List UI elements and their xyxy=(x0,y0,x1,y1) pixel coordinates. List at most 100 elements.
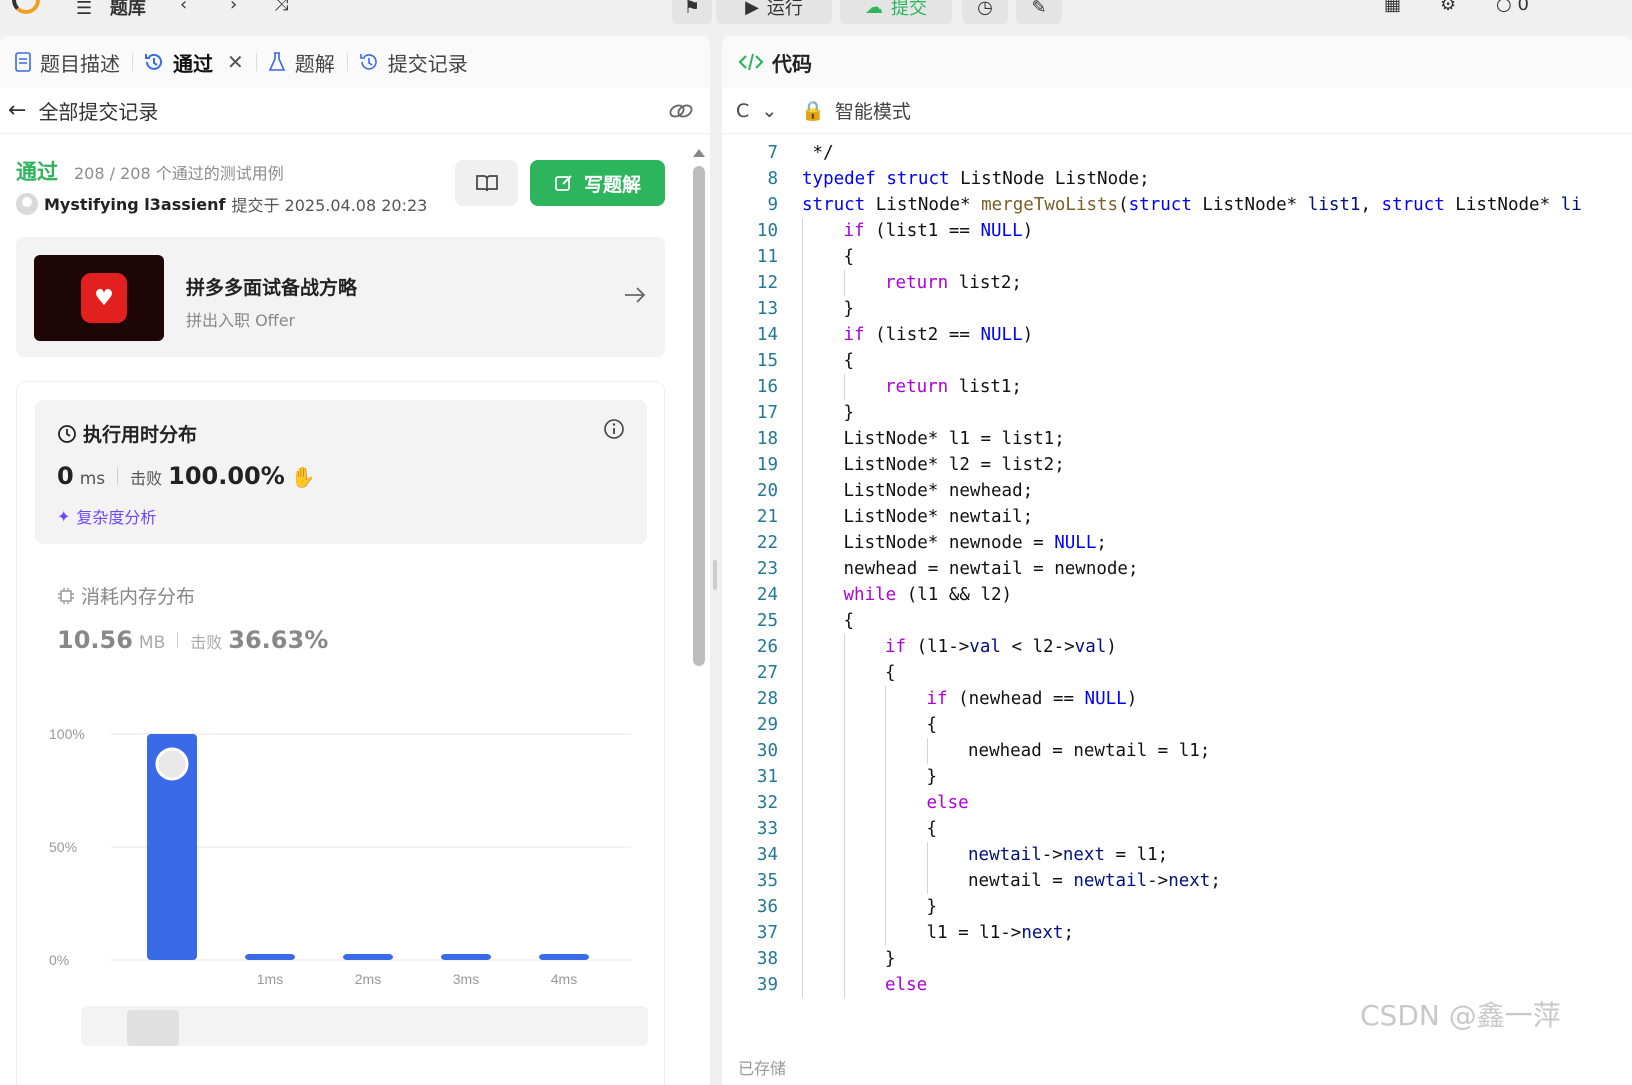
runtime-panel[interactable]: 执行用时分布 0 ms 击败 100.00% ✋ ✦ 复杂度分析 xyxy=(35,400,647,544)
tab-submissions[interactable]: 提交记录 xyxy=(358,48,480,77)
code-line[interactable]: 38} xyxy=(722,946,1632,972)
code-line[interactable]: 32 else xyxy=(722,790,1632,816)
shuffle-icon[interactable]: ⤨ xyxy=(274,0,288,15)
indent-guide xyxy=(885,816,886,842)
promo-card[interactable]: ♥ 拼多多面试备战方略 拼出入职 Offer xyxy=(16,237,665,357)
language-select[interactable]: C ⌄ xyxy=(736,100,777,122)
submit-button[interactable]: ☁ 提交 xyxy=(840,0,952,24)
code-line[interactable]: 31} xyxy=(722,764,1632,790)
editor-mode-label[interactable]: 智能模式 xyxy=(835,97,911,124)
code-line[interactable]: 27 { xyxy=(722,660,1632,686)
code-line[interactable]: 22 ListNode* newnode = NULL; xyxy=(722,530,1632,556)
code-line[interactable]: 13} xyxy=(722,296,1632,322)
memory-title[interactable]: 消耗内存分布 xyxy=(57,582,195,609)
indent-guide xyxy=(843,920,845,946)
scroll-up-arrow-icon[interactable] xyxy=(692,147,706,159)
left-scrollbar[interactable] xyxy=(692,144,706,704)
indent-guide xyxy=(926,842,928,868)
debug-button[interactable]: ⚑ xyxy=(672,0,712,24)
code-line[interactable]: 21 ListNode* newtail; xyxy=(722,504,1632,530)
problem-list-button[interactable]: ☰ 题库 xyxy=(76,0,146,20)
indent-guide xyxy=(843,946,845,972)
code-line[interactable]: 18 ListNode* l1 = list1; xyxy=(722,426,1632,452)
code-line[interactable]: 10 if (list1 == NULL) xyxy=(722,218,1632,244)
settings-gear-icon[interactable]: ⚙ xyxy=(1440,0,1456,15)
bar-4ms[interactable] xyxy=(539,954,589,960)
code-text: } xyxy=(885,949,896,969)
code-text: { xyxy=(843,351,855,371)
line-number: 14 xyxy=(756,325,778,345)
prev-problem-icon[interactable]: ‹ xyxy=(180,0,187,15)
chart-range-slider[interactable] xyxy=(81,1006,648,1046)
code-line[interactable]: 14 if (list2 == NULL) xyxy=(722,322,1632,348)
tab-solutions[interactable]: 题解 xyxy=(267,48,347,77)
indent-guide xyxy=(802,686,803,712)
bar-3ms[interactable] xyxy=(441,954,491,960)
complexity-analysis-link[interactable]: ✦ 复杂度分析 xyxy=(57,504,156,528)
avatar[interactable] xyxy=(16,193,38,215)
code-text: } xyxy=(926,767,938,787)
code-line[interactable]: 23 newhead = newtail = newnode; xyxy=(722,556,1632,582)
code-line[interactable]: 28 if (newhead == NULL) xyxy=(722,686,1632,712)
run-button[interactable]: ▶ 运行 xyxy=(716,0,832,24)
code-line[interactable]: 24 while (l1 && l2) xyxy=(722,582,1632,608)
indent-guide xyxy=(802,478,803,504)
streak-counter[interactable]: ○ 0 xyxy=(1496,0,1529,15)
code-line[interactable]: 26 if (l1->val < l2->val) xyxy=(722,634,1632,660)
code-line[interactable]: 19 ListNode* l2 = list2; xyxy=(722,452,1632,478)
code-line[interactable]: 9 struct ListNode* mergeTwoLists(struct L… xyxy=(722,192,1632,218)
code-text: */ xyxy=(802,143,834,163)
arrow-left-icon[interactable]: ← xyxy=(8,98,26,123)
back-to-submissions[interactable]: ← 全部提交记录 xyxy=(0,88,710,134)
info-icon[interactable] xyxy=(603,418,625,444)
chart-range-handle[interactable] xyxy=(127,1010,179,1046)
line-number: 19 xyxy=(756,455,778,475)
bar-2ms[interactable] xyxy=(343,954,393,960)
code-line[interactable]: 30 newhead = newtail = l1; xyxy=(722,738,1632,764)
line-number: 27 xyxy=(756,663,778,683)
code-text: newhead = newtail = newnode; xyxy=(843,559,1139,579)
timer-button[interactable]: ◷ xyxy=(962,0,1008,24)
link-icon[interactable] xyxy=(668,100,694,127)
panel-resize-handle[interactable] xyxy=(713,560,717,590)
code-line[interactable]: 17} xyxy=(722,400,1632,426)
streak-icon: ○ xyxy=(1496,0,1512,15)
bar-1ms[interactable] xyxy=(245,954,295,960)
x-tick-label: 4ms xyxy=(551,971,577,987)
code-line[interactable]: 7 */ xyxy=(722,140,1632,166)
x-tick-label: 3ms xyxy=(453,971,479,987)
code-line[interactable]: 37 l1 = l1->next; xyxy=(722,920,1632,946)
view-solution-button[interactable] xyxy=(455,160,518,206)
scrollbar-thumb[interactable] xyxy=(693,166,705,666)
code-line[interactable]: 25 { xyxy=(722,608,1632,634)
leetcode-logo-icon[interactable] xyxy=(12,0,40,14)
indent-guide xyxy=(885,842,886,868)
line-number: 9 xyxy=(767,195,778,215)
tab-accepted[interactable]: 通过 ✕ xyxy=(143,48,256,77)
author-name[interactable]: Mystifying l3assienf xyxy=(44,195,225,214)
code-editor[interactable]: 7 */ 8 typedef struct ListNode ListNode; 9 s… xyxy=(722,140,1632,1030)
code-line[interactable]: 16 return list1; xyxy=(722,374,1632,400)
code-line[interactable]: 34 newtail->next = l1; xyxy=(722,842,1632,868)
write-solution-button[interactable]: 写题解 xyxy=(530,160,665,206)
next-problem-icon[interactable]: › xyxy=(230,0,237,15)
tab-description[interactable]: 题目描述 xyxy=(14,48,132,77)
tab-accepted-label: 通过 xyxy=(173,51,213,76)
code-text: { xyxy=(843,611,855,631)
runtime-value: 0 xyxy=(57,462,74,490)
code-line[interactable]: 36} xyxy=(722,894,1632,920)
code-line[interactable]: 33 { xyxy=(722,816,1632,842)
code-line[interactable]: 8 typedef struct ListNode ListNode; xyxy=(722,166,1632,192)
code-line[interactable]: 35 newtail = newtail->next; xyxy=(722,868,1632,894)
code-line[interactable]: 20 ListNode* newhead; xyxy=(722,478,1632,504)
code-line[interactable]: 11 { xyxy=(722,244,1632,270)
code-line[interactable]: 15 { xyxy=(722,348,1632,374)
code-line[interactable]: 29 { xyxy=(722,712,1632,738)
note-button[interactable]: ✎ xyxy=(1016,0,1062,24)
line-number: 15 xyxy=(756,351,778,371)
code-line[interactable]: 12 return list2; xyxy=(722,270,1632,296)
close-icon[interactable]: ✕ xyxy=(227,50,244,74)
arrow-right-icon[interactable] xyxy=(623,285,647,309)
indent-guide xyxy=(802,504,803,530)
layout-icon[interactable]: ▦ xyxy=(1384,0,1401,15)
